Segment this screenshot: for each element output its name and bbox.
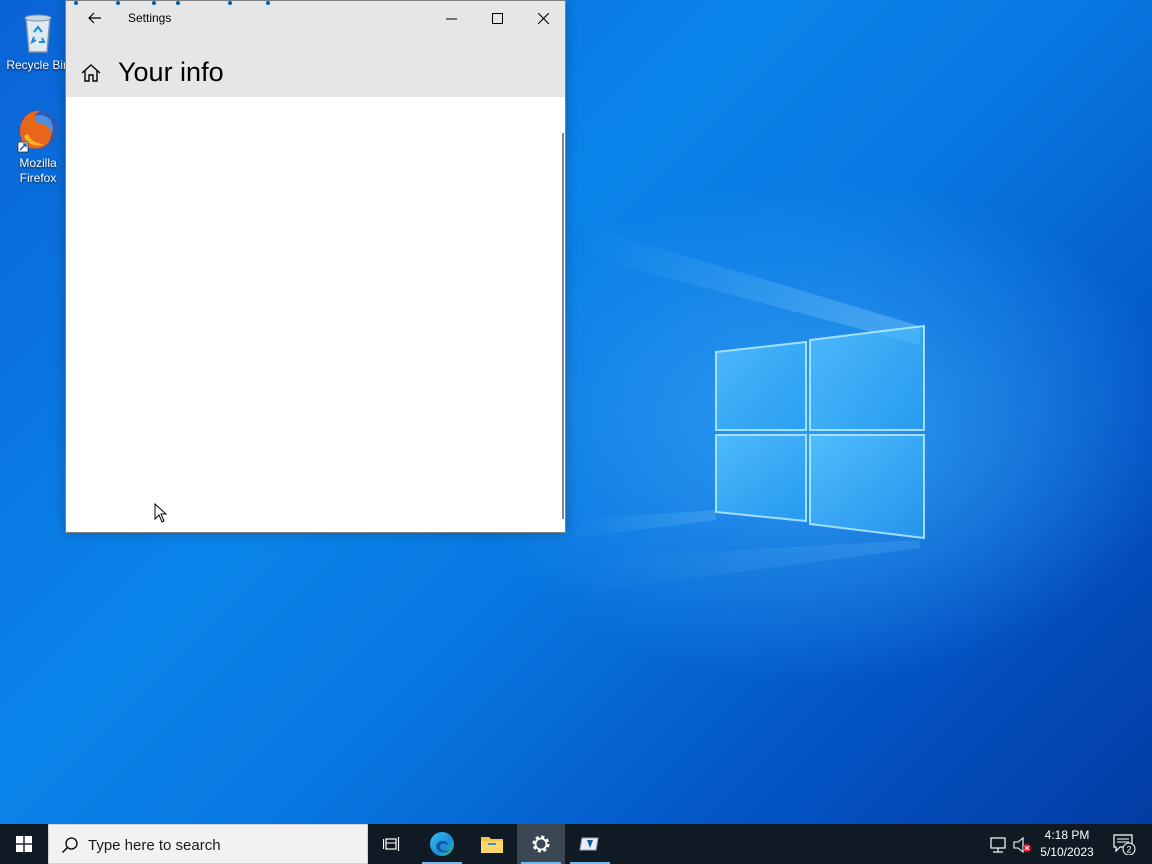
network-tray[interactable]: [989, 836, 1009, 854]
page-header: Your info: [66, 35, 565, 97]
notification-count: 2: [1126, 845, 1131, 855]
taskbar-search-box[interactable]: Type here to search: [48, 824, 368, 864]
window-title: Settings: [128, 11, 172, 25]
taskbar-file-explorer[interactable]: [468, 824, 516, 864]
taskbar-app[interactable]: [566, 824, 614, 864]
taskbar: Type here to search 4:18 PM 5/10/2023 2: [0, 824, 1152, 864]
task-view-icon: [383, 837, 400, 851]
settings-window[interactable]: Settings Your info: [65, 0, 566, 533]
start-button[interactable]: [0, 824, 48, 864]
notification-icon: 2: [1113, 834, 1136, 855]
home-button[interactable]: [80, 63, 104, 85]
taskbar-settings[interactable]: [517, 824, 565, 864]
app-icon: [579, 837, 599, 851]
search-placeholder: Type here to search: [88, 837, 221, 854]
title-bar[interactable]: Settings: [66, 1, 565, 35]
action-center-button[interactable]: 2: [1104, 824, 1144, 864]
desktop-icon-label: Mozilla Firefox: [19, 156, 57, 185]
taskbar-task-view[interactable]: [368, 824, 416, 864]
maximize-icon: [491, 12, 503, 24]
gear-icon: [532, 835, 550, 853]
page-title: Your info: [118, 57, 224, 87]
home-icon: [81, 64, 101, 82]
volume-muted-icon: [1013, 836, 1031, 854]
search-icon: [61, 837, 78, 854]
clock-date: 5/10/2023: [1040, 845, 1094, 859]
windows-start-icon: [16, 836, 32, 852]
taskbar-clock[interactable]: 4:18 PM 5/10/2023: [1036, 827, 1098, 861]
back-arrow-icon: [88, 12, 101, 24]
minimize-button[interactable]: [428, 1, 474, 35]
recycle-bin-icon: [14, 8, 62, 56]
edge-icon: [430, 832, 454, 856]
file-explorer-icon: [481, 837, 503, 853]
back-button[interactable]: [72, 1, 118, 35]
network-icon: [990, 837, 1006, 853]
minimize-icon: [445, 18, 457, 19]
mouse-cursor-icon: [154, 503, 168, 523]
maximize-button[interactable]: [474, 1, 520, 35]
settings-content: [66, 97, 565, 532]
scrollbar[interactable]: [562, 133, 564, 519]
volume-tray[interactable]: [1012, 836, 1032, 854]
firefox-icon: [14, 106, 62, 154]
taskbar-edge[interactable]: [418, 824, 466, 864]
clock-time: 4:18 PM: [1044, 828, 1090, 842]
close-icon: [537, 12, 549, 24]
close-button[interactable]: [520, 1, 565, 35]
